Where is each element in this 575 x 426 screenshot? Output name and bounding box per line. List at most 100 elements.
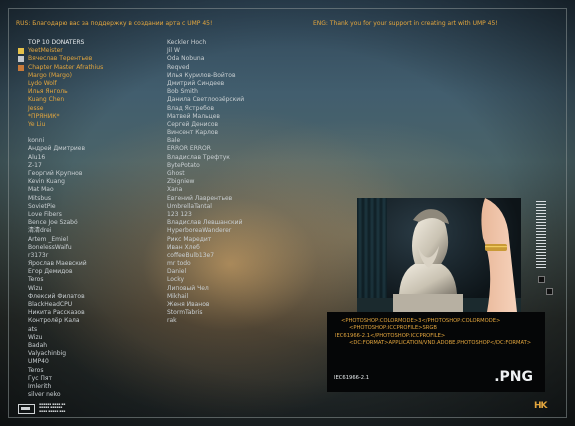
- thanks-rus: RUS: Благодарю вас за поддержку в создан…: [16, 20, 213, 27]
- donor-name: Гус Пят: [28, 374, 53, 382]
- ump-logo-icon: [18, 404, 35, 414]
- donor-name: 清清drei: [28, 227, 52, 235]
- donor-name: Xana: [167, 186, 183, 194]
- donor-name: Георгий Крупнов: [28, 170, 83, 177]
- donor-name: rak: [167, 317, 177, 325]
- marker-square: [538, 276, 545, 283]
- donor-column-2: Keckler Hoch Jil W Oda Nobuna Reqved Иль…: [167, 39, 244, 326]
- marker-square: [546, 288, 553, 295]
- top-donor: Margo (Margo): [28, 71, 72, 79]
- donor-name: Wizu: [28, 284, 43, 292]
- thanks-eng: ENG: Thank you for your support in creat…: [313, 20, 498, 27]
- top-donor: *ПРЯНИК*: [28, 112, 60, 120]
- donor-name: Данила Светлоозёрский: [167, 96, 245, 104]
- donor-name: Kevin Kuang: [28, 178, 65, 186]
- top-donor: YeetMeister: [18, 47, 103, 55]
- file-extension-label: .PNG: [494, 369, 533, 385]
- donor-name: Дмитрий Синдеев: [167, 79, 225, 87]
- donor-name: Егор Демидов: [28, 268, 73, 276]
- donor-name: Ghost: [167, 170, 185, 177]
- donor-name: Евгений Лаврентьев: [167, 194, 233, 202]
- donor-name: Locky: [167, 276, 185, 284]
- donor-name: Mat Mao: [28, 186, 54, 194]
- barcode-stripes: [536, 201, 546, 269]
- info-line: <DC:FORMAT>APPLICATION/VND.ADOBE.PHOTOSH…: [349, 340, 532, 347]
- donor-name: Липовый Чел: [167, 284, 209, 292]
- donor-name: Влад Ястребов: [167, 104, 215, 112]
- donor-name: Владислав Трефтук: [167, 153, 230, 161]
- silver-square-icon: [18, 56, 24, 63]
- donor-name: Владислав Левшанский: [167, 219, 243, 227]
- donor-name: silver neko: [28, 391, 61, 399]
- donor-name: Винсент Карлов: [167, 129, 219, 137]
- top-donor: Jesse: [28, 104, 44, 112]
- donor-name: Илья Курилов-Войтов: [167, 71, 236, 79]
- top-donor: Вячеслав Терентьев: [18, 55, 103, 63]
- donor-name: Андрей Дмитриев: [28, 145, 86, 153]
- top-donor: Chapter Master Afrathius: [18, 64, 103, 72]
- donor-name: Badah: [28, 341, 48, 349]
- donor-name: Keckler Hoch: [167, 39, 207, 46]
- donor-name: UMP40: [28, 358, 49, 366]
- donor-name: Контролёр Кала: [28, 317, 80, 325]
- donor-name: Матвей Мальцев: [167, 112, 220, 120]
- donor-name: Imlerith: [28, 382, 52, 390]
- donor-name: Ярослав Маевский: [28, 260, 87, 268]
- top-donor: Ye Liu: [28, 120, 46, 128]
- donor-name: Рикс Маредит: [167, 235, 212, 243]
- donor-name: Bob Smith: [167, 88, 198, 96]
- donor-name: Флексий Филатов: [28, 292, 85, 300]
- donor-name: Zbigniew: [167, 178, 195, 186]
- top-donaters-heading: TOP 10 DONATERS: [28, 39, 85, 46]
- bust-statue-image: [357, 198, 521, 312]
- donor-name: Jil W: [167, 47, 180, 55]
- file-info-panel: <PHOTOSHOP:COLORMODE>3</PHOTOSHOP:COLORM…: [327, 312, 545, 392]
- donor-name: HyperboreaWanderer: [167, 227, 232, 235]
- donor-name: mr todo: [167, 260, 191, 268]
- fine-print: ▪▪▪▪▪▪ ▪▪▪▪ ▪▪ ▪▪▪▪▪ ▪▪▪▪▪▪ ▪▪▪▪ ▪▪▪▪▪ ▪…: [39, 402, 66, 413]
- bronze-square-icon: [18, 64, 24, 71]
- hk-logo: HK: [534, 401, 547, 411]
- info-line: IEC61966-2.1</PHOTOSHOP:ICCPROFILE>: [335, 332, 446, 339]
- top-donor: Илья Янголь: [28, 88, 68, 96]
- donor-name: Сергей Денисов: [167, 120, 219, 128]
- info-line: <PHOTOSHOP:COLORMODE>3</PHOTOSHOP:COLORM…: [341, 318, 501, 324]
- gold-square-icon: [18, 48, 24, 55]
- donor-name: konni: [28, 137, 45, 145]
- donor-name: coffeeBulb13e7: [167, 251, 215, 259]
- list-spacer: [28, 129, 103, 137]
- donor-name: Artem _Emiel: [28, 235, 69, 243]
- donor-name: Mitsbus: [28, 194, 52, 202]
- donor-name: Daniel: [167, 268, 187, 276]
- donor-name: Reqved: [167, 63, 190, 71]
- donor-name: Mikhail: [167, 292, 189, 300]
- donor-name: BytePotato: [167, 161, 200, 169]
- artwork-preview: [357, 198, 521, 312]
- donor-name: Иван Хлеб: [167, 243, 200, 251]
- donor-name: r3173r: [28, 251, 49, 259]
- donor-name: SovietPie: [28, 202, 56, 210]
- donor-name: Wizu: [28, 333, 43, 341]
- donor-name: 123 123: [167, 210, 192, 218]
- donor-name: Bale: [167, 137, 181, 145]
- top-donor: Kuang Chen: [28, 96, 65, 104]
- donor-name: ats: [28, 325, 38, 333]
- donor-name: BlackHeadCPU: [28, 301, 73, 308]
- donor-name: Valyachinbig: [28, 350, 67, 358]
- donor-name: Teros: [28, 366, 44, 374]
- donor-name: StormTabris: [167, 309, 203, 317]
- donor-column-1: TOP 10 DONATERS YeetMeister Вячеслав Тер…: [18, 39, 103, 399]
- donor-name: Женя Иванов: [167, 301, 210, 308]
- donor-name: Teros: [28, 276, 44, 284]
- donor-name: Z-17: [28, 161, 42, 169]
- donor-name: Никита Рассказов: [28, 309, 85, 317]
- color-spec-label: IEC61966-2.1: [334, 374, 370, 381]
- donor-name: UmbrellaTantal: [167, 202, 212, 210]
- donor-name: Love Fibers: [28, 210, 62, 218]
- info-line: <PHOTOSHOP:ICCPROFILE>SRGB: [349, 325, 437, 332]
- donor-name: ERROR ERROR: [167, 145, 211, 153]
- donor-name: BonelessWaifu: [28, 243, 72, 251]
- donor-name: Oda Nobuna: [167, 55, 205, 63]
- top-donor: Lydo Wolf: [28, 79, 57, 87]
- donor-name: Alu16: [28, 153, 46, 161]
